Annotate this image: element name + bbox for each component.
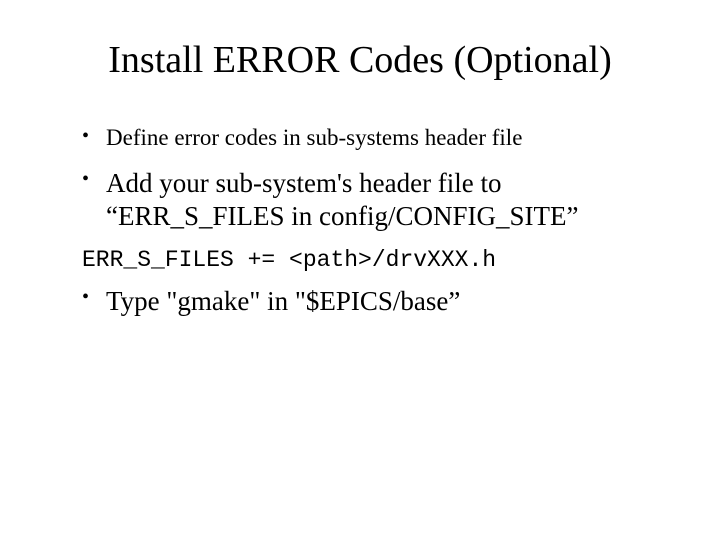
slide: Install ERROR Codes (Optional) Define er…	[0, 0, 720, 540]
bullet-text: Type "gmake" in "$EPICS/base”	[106, 286, 460, 316]
bullet-item: Add your sub-system's header file to “ER…	[82, 167, 668, 233]
bullet-text: Define error codes in sub-systems header…	[106, 125, 522, 150]
bullet-list: Type "gmake" in "$EPICS/base”	[52, 285, 668, 318]
bullet-item: Define error codes in sub-systems header…	[82, 124, 668, 153]
bullet-item: Type "gmake" in "$EPICS/base”	[82, 285, 668, 318]
slide-title: Install ERROR Codes (Optional)	[52, 38, 668, 82]
code-line: ERR_S_FILES += <path>/drvXXX.h	[82, 247, 668, 273]
bullet-list: Define error codes in sub-systems header…	[52, 124, 668, 233]
bullet-text: Add your sub-system's header file to “ER…	[106, 168, 579, 231]
